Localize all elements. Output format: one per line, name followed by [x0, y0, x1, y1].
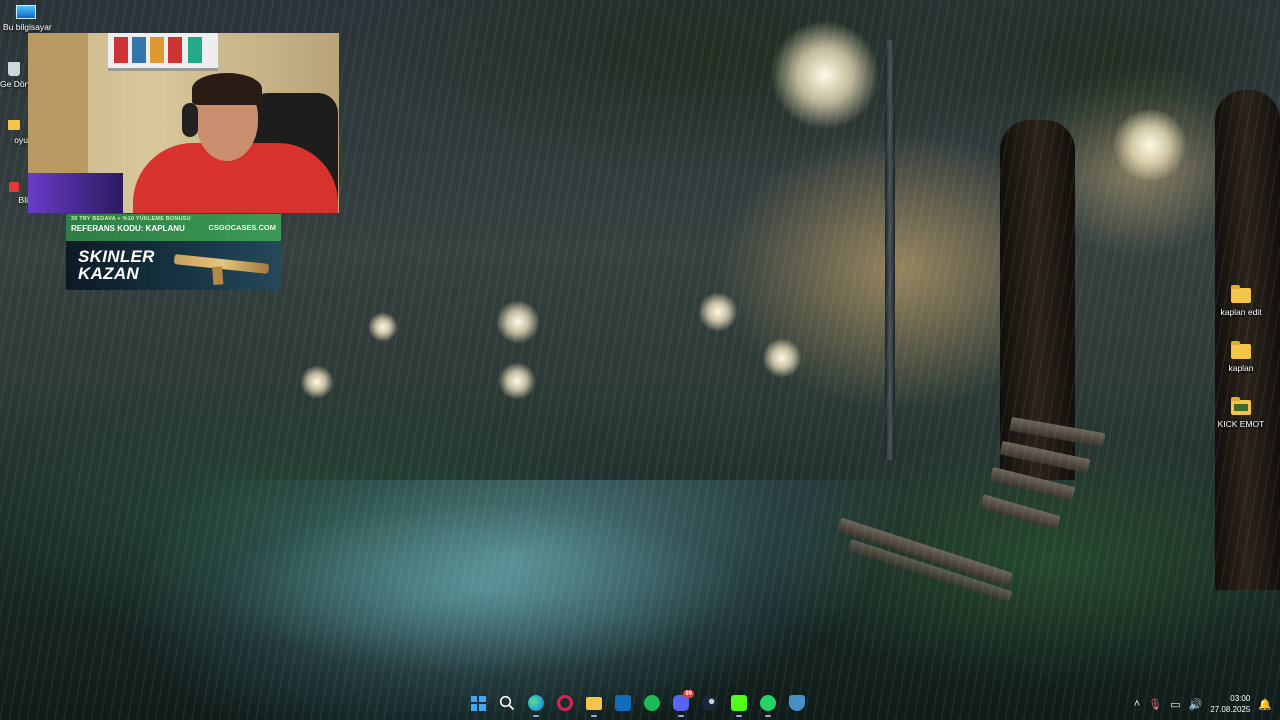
desktop-icon-label: Ge Dönü: [0, 79, 28, 89]
clock-time: 03:00: [1230, 694, 1251, 703]
shield-app-icon: [789, 695, 805, 711]
promo-headline-line-2: KAZAN: [78, 264, 139, 283]
taskbar-app-spotify[interactable]: [640, 691, 664, 715]
desktop-icon-kaplan[interactable]: kaplan: [1211, 341, 1271, 374]
image-folder-icon: [1231, 397, 1251, 415]
taskbar-app-steam[interactable]: [698, 691, 722, 715]
taskbar-app-file-explorer[interactable]: [582, 691, 606, 717]
promo-top-bar: 30 TRY BEDAVA + %10 YÜKLEME BONUSU REFER…: [66, 214, 281, 241]
start-button[interactable]: [466, 691, 490, 715]
desktop-icon-label: Bu bilgisayar: [3, 22, 52, 32]
taskbar-app-vpn[interactable]: [785, 691, 809, 715]
desktop-icon-shortcut[interactable]: Bli: [0, 182, 28, 206]
folder-icon: [1231, 285, 1251, 303]
taskbar-app-outlook[interactable]: [611, 691, 635, 715]
network-icon[interactable]: ▭: [1170, 698, 1180, 711]
folder-icon: [1231, 341, 1251, 359]
outlook-icon: [615, 695, 631, 711]
recycle-bin-icon: [8, 62, 20, 76]
system-tray: ˄ 🎙 ▭ 🔊 03:00 27.08.2025 🔔: [1134, 691, 1272, 717]
this-pc-icon: [16, 5, 36, 19]
volume-icon[interactable]: 🔊: [1189, 698, 1203, 711]
taskbar-app-edge[interactable]: [524, 691, 548, 717]
notification-badge: 99: [683, 690, 694, 698]
microphone-icon[interactable]: 🎙: [1148, 698, 1162, 711]
taskbar-app-discord[interactable]: 99: [669, 690, 694, 717]
search-icon: [499, 695, 515, 711]
streamer-hair: [192, 73, 262, 105]
opera-gx-icon: [557, 695, 573, 711]
taskbar-app-opera[interactable]: [553, 691, 577, 715]
file-explorer-icon: [586, 696, 602, 710]
skin-weapon-image: [173, 254, 270, 274]
desktop-icon-label: Bli: [18, 195, 28, 205]
desktop-icon-label: kaplan: [1228, 363, 1254, 373]
desktop-icon-kaplan-edit[interactable]: kaplan edit: [1211, 285, 1271, 318]
kick-app-icon: [731, 695, 747, 711]
desktop-icon-label: oyu: [14, 135, 28, 145]
promo-site-name: CSGOCASES.COM: [208, 223, 276, 232]
desktop-icon-kick-emot[interactable]: KICK EMOT: [1211, 397, 1271, 430]
edge-browser-icon: [528, 695, 544, 711]
app-shortcut-icon: [9, 182, 19, 192]
taskbar-apps: 99: [466, 690, 809, 717]
desktop-icon-label: kaplan edit: [1220, 307, 1262, 317]
whatsapp-icon: [760, 695, 776, 711]
headset: [182, 103, 198, 137]
folder-icon: [8, 120, 20, 130]
webcam-overlay: [28, 33, 339, 213]
promo-headline: SKINLER KAZAN: [78, 248, 155, 282]
taskbar-app-whatsapp[interactable]: [756, 691, 780, 717]
notification-bell-icon[interactable]: 🔔: [1258, 698, 1272, 711]
taskbar: 99 ˄ 🎙 ▭ 🔊 03:00 27.08.2025 🔔: [0, 688, 1280, 720]
taskbar-app-kick[interactable]: [727, 691, 751, 717]
rgb-pc-case: [28, 173, 123, 213]
windows-start-icon: [470, 695, 486, 711]
promo-headline-line-1: SKINLER: [78, 247, 155, 266]
chevron-up-icon[interactable]: ˄: [1134, 698, 1140, 710]
steam-icon: [702, 695, 718, 711]
background-shelf: [108, 33, 218, 71]
promo-bottom-panel: SKINLER KAZAN: [66, 241, 281, 290]
spotify-icon: [644, 695, 660, 711]
promo-bonus-text: 30 TRY BEDAVA + %10 YÜKLEME BONUSU: [71, 216, 191, 222]
desktop-icon-recycle-bin[interactable]: Ge Dönü: [0, 62, 28, 90]
desktop-icon-label: KICK EMOT: [1217, 419, 1265, 429]
clock-date: 27.08.2025: [1210, 705, 1251, 714]
promo-banner: 30 TRY BEDAVA + %10 YÜKLEME BONUSU REFER…: [66, 214, 281, 290]
desktop-icon-folder[interactable]: oyu: [0, 120, 28, 146]
taskbar-clock[interactable]: 03:00 27.08.2025: [1210, 693, 1250, 715]
desktop-icon-this-pc[interactable]: Bu bilgisayar: [0, 5, 52, 33]
search-button[interactable]: [495, 691, 519, 715]
